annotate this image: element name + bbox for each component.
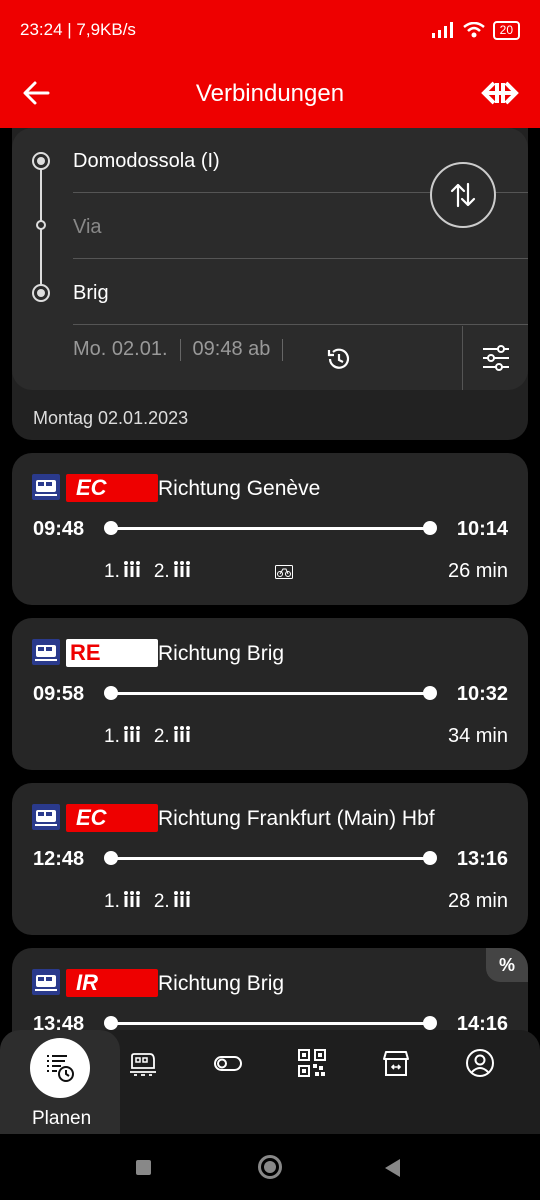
duration-label: 26 min [447,560,508,582]
departure-dot [104,521,118,535]
connection-card[interactable]: EC Richtung Frankfurt (Main) Hbf 12:48 13:1… [12,783,528,935]
direction-label: Richtung Brig [158,972,285,995]
via-stop-icon [36,220,46,230]
first-class-label: 1. [104,561,120,582]
origin-stop-icon [32,152,50,170]
train-category-badge: EC [66,804,158,832]
train-category-badge: RE [66,639,158,667]
back-icon[interactable] [385,1159,400,1177]
train-category-badge: IR [66,969,158,997]
journey-line [110,692,430,695]
direction-label: Richtung Brig [158,642,285,665]
plan-icon [30,1038,90,1098]
via-field[interactable]: Via [73,216,102,239]
home-icon[interactable] [258,1155,282,1179]
journey-line [110,527,430,530]
direction-label: Richtung Frankfurt (Main) Hbf [158,807,435,830]
recent-apps-icon[interactable] [136,1160,151,1175]
status-bar: 23:24 | 7,9KB/s 20 [0,0,540,60]
nav-item-ticket-toggle-icon[interactable] [213,1048,243,1078]
divider [73,324,528,325]
occupancy-icon [122,890,142,914]
duration-label: 34 min [447,725,508,747]
nav-item-qr-code-icon[interactable] [297,1048,327,1078]
departure-time: 09:48 [33,518,85,540]
results-date-label: Montag 02.01.2023 [33,408,189,428]
train-icon [32,474,60,500]
back-arrow-icon[interactable] [20,77,52,109]
swap-arrows-icon [450,182,476,208]
date-time-bar: Mo. 02.01. 09:48 ab [73,338,295,361]
to-field[interactable]: Brig [73,282,109,305]
arrival-dot [423,851,437,865]
second-class-label: 2. [153,726,170,747]
departure-dot [104,1016,118,1030]
bottom-navigation: Planen [0,1030,540,1134]
divider [73,258,528,259]
nav-item-profile-icon[interactable] [465,1048,495,1078]
connection-card[interactable]: EC Richtung Genève 09:48 10:14 1. 2. 26 min [12,453,528,605]
departure-dot [104,851,118,865]
discount-badge: % [486,948,528,982]
swap-button[interactable] [430,162,496,228]
occupancy-icon [122,725,142,749]
signal-icon [431,22,453,38]
journey-line [110,1022,430,1025]
destination-stop-icon [32,284,50,302]
page-title: Verbindungen [195,80,345,107]
wifi-icon [462,22,485,38]
sbb-logo-icon [481,81,519,105]
time-selector[interactable]: 09:48 ab [193,338,271,361]
filter-button[interactable] [462,326,528,390]
occupancy-icon [122,560,142,584]
departure-time: 09:58 [33,683,85,705]
search-card: Domodossola (I) Via Brig Mo. 02.01. 09:4… [12,128,528,390]
first-class-label: 1. [104,726,120,747]
connection-card[interactable]: RE Richtung Brig 09:58 10:32 1. 2. 34 min [12,618,528,770]
journey-line [110,857,430,860]
status-time: 23:24 | 7,9KB/s [20,20,136,39]
filter-sliders-icon [482,345,509,371]
occupancy-icon [172,890,192,914]
departure-time: 12:48 [33,848,85,870]
duration-label: 28 min [447,890,508,912]
arrival-dot [423,686,437,700]
occupancy-info: 1. 2. [104,560,192,584]
nav-item-shop-icon[interactable] [381,1048,411,1078]
date-selector[interactable]: Mo. 02.01. [73,338,168,361]
nav-label-planen: Planen [32,1108,92,1129]
first-class-label: 1. [104,891,120,912]
from-field[interactable]: Domodossola (I) [73,150,220,173]
history-clock-icon[interactable] [326,346,352,372]
train-icon [32,804,60,830]
occupancy-icon [172,725,192,749]
bike-reservation-icon [275,565,293,579]
arrival-time: 10:32 [456,683,508,705]
train-icon [32,969,60,995]
occupancy-info: 1. 2. [104,890,192,914]
direction-label: Richtung Genève [158,477,321,500]
arrival-dot [423,1016,437,1030]
battery-icon: 20 [492,20,520,40]
departure-dot [104,686,118,700]
arrival-time: 10:14 [456,518,508,540]
app-bar: Verbindungen [0,60,540,128]
train-category-badge: EC [66,474,158,502]
nav-item-train-icon[interactable] [128,1048,158,1078]
arrival-time: 13:16 [456,848,508,870]
train-icon [32,639,60,665]
nav-item-planen[interactable]: Planen [0,1030,120,1134]
second-class-label: 2. [153,561,170,582]
arrival-dot [423,521,437,535]
system-navigation-bar [0,1134,540,1200]
second-class-label: 2. [153,891,170,912]
occupancy-icon [172,560,192,584]
occupancy-info: 1. 2. [104,725,192,749]
